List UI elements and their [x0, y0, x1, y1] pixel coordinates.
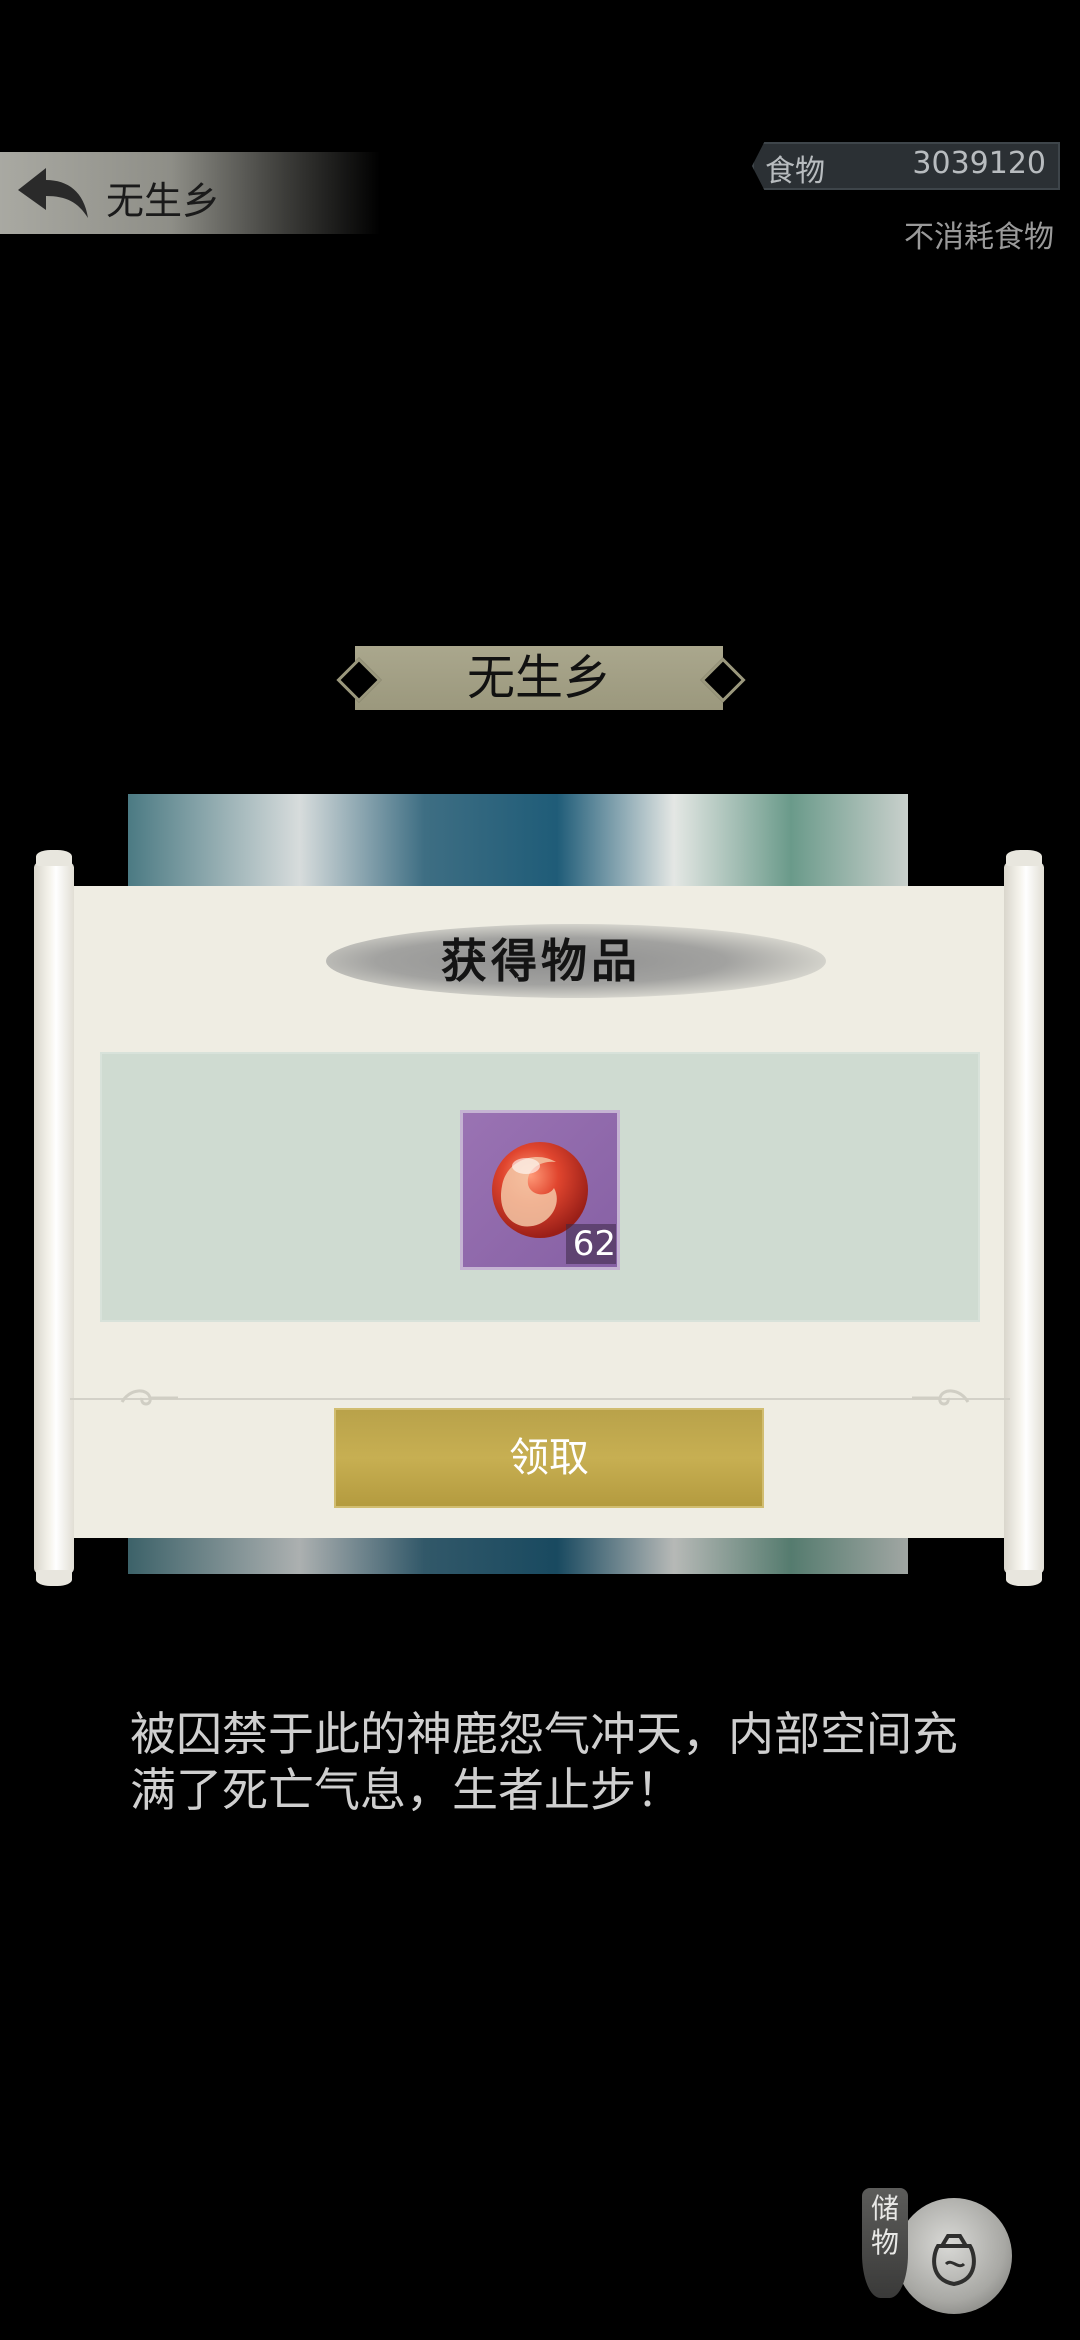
scroll-roller-right — [1004, 850, 1044, 1574]
location-description: 被囚禁于此的神鹿怨气冲天，内部空间充满了死亡气息，生者止步！ — [130, 1707, 958, 1817]
page-title: 无生乡 — [106, 179, 221, 223]
cloud-ornament-icon — [912, 1389, 970, 1406]
food-note: 不消耗食物 — [904, 220, 1054, 255]
scroll-roller-left — [34, 850, 74, 1574]
item-count: 62 — [566, 1224, 616, 1264]
divider — [70, 1398, 1010, 1400]
map-image-bottom — [128, 1538, 908, 1574]
location-title: 无生乡 — [466, 650, 611, 706]
storage-bag-icon — [932, 2234, 976, 2287]
map-image — [128, 794, 908, 886]
food-value: 3039120 — [912, 146, 1046, 181]
storage-label: 储物 — [870, 2192, 899, 2259]
claim-button-label: 领取 — [509, 1435, 589, 1481]
back-bar[interactable]: 无生乡 — [0, 152, 380, 234]
food-label: 食物 — [765, 154, 825, 189]
game-screen: 无生乡 食物 3039120 不消耗食物 无生乡 获得物品 62 领取 被囚禁于… — [0, 0, 1080, 2340]
cloud-ornament-icon — [120, 1389, 178, 1406]
back-arrow-icon[interactable] — [12, 162, 92, 224]
reward-title: 获得物品 — [441, 934, 641, 988]
